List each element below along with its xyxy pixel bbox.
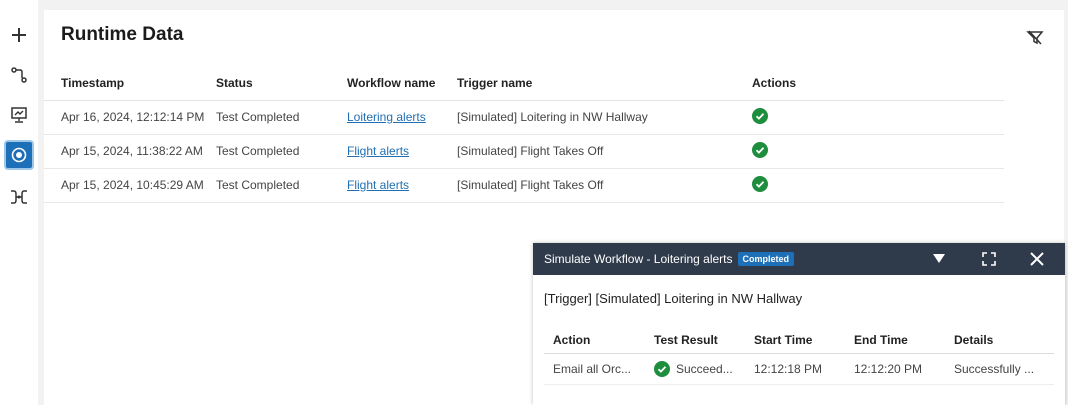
trigger-cell: [Simulated] Flight Takes Off [457,168,752,203]
status-cell: Test Completed [216,134,347,169]
close-icon[interactable] [1023,243,1051,275]
monitor-icon[interactable] [4,100,34,130]
table-header-row: Action Test Result Start Time End Time D… [544,327,1054,354]
workflow-link[interactable]: Flight alerts [347,144,409,158]
table-row[interactable]: Email all Orc... Succeed... 12:12:18 PM … [544,353,1054,385]
simulate-panel-title: Simulate Workflow - Loitering alerts [544,252,733,266]
workflow-icon[interactable] [4,60,34,90]
table-header-row: Timestamp Status Workflow name Trigger n… [44,66,1004,101]
status-cell: Test Completed [216,168,347,203]
column-header-status[interactable]: Status [216,66,347,101]
column-header-actions: Actions [752,66,1004,101]
plus-icon[interactable] [4,20,34,50]
column-header-workflow-name[interactable]: Workflow name [347,66,457,101]
success-check-icon[interactable] [752,175,768,192]
collapse-chevron-icon[interactable] [925,243,953,275]
timestamp-cell: Apr 16, 2024, 12:12:14 PM [44,100,216,135]
action-cell: Email all Orc... [544,353,654,385]
column-header-timestamp[interactable]: Timestamp [44,66,216,101]
column-header-action: Action [544,327,654,354]
table-row[interactable]: Apr 15, 2024, 11:38:22 AM Test Completed… [44,134,1004,169]
simulate-workflow-panel: Simulate Workflow - Loitering alerts Com… [533,243,1065,405]
simulate-panel-header: Simulate Workflow - Loitering alerts Com… [533,243,1065,275]
trigger-cell: [Simulated] Loitering in NW Hallway [457,100,752,135]
trigger-cell: [Simulated] Flight Takes Off [457,134,752,169]
column-header-start-time: Start Time [754,327,854,354]
workflow-link[interactable]: Flight alerts [347,178,409,192]
runtime-icon[interactable] [4,140,34,170]
column-header-details: Details [954,327,1054,354]
page-title: Runtime Data [61,24,184,45]
test-result-text: Succeed... [676,361,733,376]
details-cell: Successfully ... [954,353,1054,385]
start-time-cell: 12:12:18 PM [754,353,854,385]
workflow-link[interactable]: Loitering alerts [347,110,426,124]
clear-filter-icon[interactable] [1026,28,1044,46]
left-rail [0,0,38,405]
column-header-trigger-name[interactable]: Trigger name [457,66,752,101]
column-header-end-time: End Time [854,327,954,354]
success-check-icon[interactable] [752,141,768,158]
table-row[interactable]: Apr 15, 2024, 10:45:29 AM Test Completed… [44,168,1004,203]
success-check-icon[interactable] [752,107,768,124]
success-check-icon [654,360,670,377]
trigger-line: [Trigger] [Simulated] Loitering in NW Ha… [544,291,803,306]
status-badge: Completed [737,252,795,266]
runtime-table: Timestamp Status Workflow name Trigger n… [44,66,1004,203]
status-cell: Test Completed [216,100,347,135]
integration-icon[interactable] [4,182,34,212]
expand-icon[interactable] [975,243,1003,275]
timestamp-cell: Apr 15, 2024, 10:45:29 AM [44,168,216,203]
table-row[interactable]: Apr 16, 2024, 12:12:14 PM Test Completed… [44,100,1004,135]
simulate-results-table: Action Test Result Start Time End Time D… [544,327,1054,385]
column-header-test-result: Test Result [654,327,754,354]
end-time-cell: 12:12:20 PM [854,353,954,385]
timestamp-cell: Apr 15, 2024, 11:38:22 AM [44,134,216,169]
